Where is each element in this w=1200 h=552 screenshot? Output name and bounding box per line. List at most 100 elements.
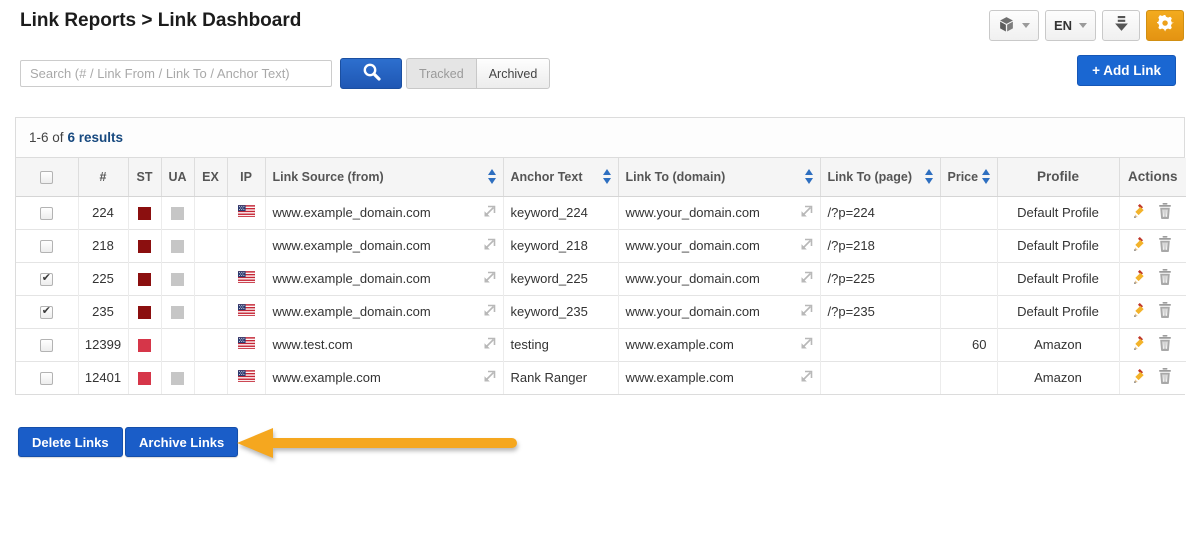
link-source[interactable]: www.example.com <box>273 370 381 385</box>
ua-indicator <box>161 196 194 229</box>
column-header-to_page[interactable]: Link To (page) <box>820 158 940 196</box>
trash-icon[interactable] <box>1158 339 1172 354</box>
column-header-price[interactable]: Price <box>940 158 997 196</box>
link-id: 224 <box>78 196 128 229</box>
search-input[interactable] <box>20 60 332 87</box>
link-source[interactable]: www.example_domain.com <box>273 205 431 220</box>
sort-arrows-icon[interactable] <box>603 169 611 184</box>
language-dropdown[interactable]: EN <box>1045 10 1096 41</box>
row-checkbox[interactable] <box>40 273 53 286</box>
table-header: #STUAEXIPLink Source (from)Anchor TextLi… <box>16 158 1186 196</box>
pencil-icon[interactable] <box>1133 306 1148 321</box>
external-link-icon[interactable] <box>483 205 496 221</box>
column-header-to_domain[interactable]: Link To (domain) <box>618 158 820 196</box>
profile: Default Profile <box>997 196 1119 229</box>
us-flag-icon <box>238 205 255 220</box>
external-link-icon[interactable] <box>483 337 496 353</box>
link-to-domain-cell: www.example.com <box>618 328 820 361</box>
row-checkbox[interactable] <box>40 339 53 352</box>
archive-links-button[interactable]: Archive Links <box>125 427 238 457</box>
trash-icon[interactable] <box>1158 372 1172 387</box>
external-link-icon[interactable] <box>800 304 813 320</box>
sort-arrows-icon[interactable] <box>805 169 813 184</box>
column-header-ua: UA <box>161 158 194 196</box>
row-checkbox[interactable] <box>40 207 53 220</box>
tab-tracked[interactable]: Tracked <box>406 58 476 89</box>
sort-arrows-icon[interactable] <box>488 169 496 184</box>
cube-dropdown-button[interactable] <box>989 10 1039 41</box>
external-link-icon[interactable] <box>800 370 813 386</box>
add-link-button[interactable]: + Add Link <box>1077 55 1176 86</box>
link-id: 225 <box>78 262 128 295</box>
profile: Default Profile <box>997 262 1119 295</box>
settings-button[interactable] <box>1146 10 1184 41</box>
table-row: 12399www.test.comtestingwww.example.com6… <box>16 328 1186 361</box>
row-checkbox[interactable] <box>40 240 53 253</box>
link-to-domain[interactable]: www.example.com <box>626 370 734 385</box>
link-to-page: /?p=224 <box>820 196 940 229</box>
external-link-icon[interactable] <box>800 238 813 254</box>
profile: Amazon <box>997 361 1119 394</box>
link-source[interactable]: www.test.com <box>273 337 353 352</box>
link-source[interactable]: www.example_domain.com <box>273 304 431 319</box>
external-link-icon[interactable] <box>483 271 496 287</box>
ip-flag <box>227 295 265 328</box>
ua-indicator <box>161 295 194 328</box>
trash-icon[interactable] <box>1158 273 1172 288</box>
link-source-cell: www.test.com <box>265 328 503 361</box>
pencil-icon[interactable] <box>1133 339 1148 354</box>
link-to-page: /?p=225 <box>820 262 940 295</box>
external-link-icon[interactable] <box>483 238 496 254</box>
link-to-domain[interactable]: www.your_domain.com <box>626 238 760 253</box>
ex-cell <box>194 361 227 394</box>
ip-flag <box>227 361 265 394</box>
trash-icon[interactable] <box>1158 240 1172 255</box>
trash-icon[interactable] <box>1158 207 1172 222</box>
price: 60 <box>940 328 997 361</box>
delete-links-button[interactable]: Delete Links <box>18 427 123 457</box>
table-row: 12401www.example.comRank Rangerwww.examp… <box>16 361 1186 394</box>
status-indicator <box>128 196 161 229</box>
actions-cell <box>1119 229 1186 262</box>
link-source[interactable]: www.example_domain.com <box>273 238 431 253</box>
external-link-icon[interactable] <box>483 304 496 320</box>
search-button[interactable] <box>340 58 402 89</box>
link-to-domain[interactable]: www.your_domain.com <box>626 304 760 319</box>
actions-cell <box>1119 196 1186 229</box>
pencil-icon[interactable] <box>1133 372 1148 387</box>
tab-archived[interactable]: Archived <box>476 58 551 89</box>
pencil-icon[interactable] <box>1133 240 1148 255</box>
link-to-domain[interactable]: www.your_domain.com <box>626 205 760 220</box>
external-link-icon[interactable] <box>800 205 813 221</box>
select-all-checkbox[interactable] <box>40 171 53 184</box>
pencil-icon[interactable] <box>1133 207 1148 222</box>
link-source-cell: www.example_domain.com <box>265 229 503 262</box>
column-header-anchor[interactable]: Anchor Text <box>503 158 618 196</box>
sort-arrows-icon[interactable] <box>982 169 990 184</box>
column-header-actions: Actions <box>1119 158 1186 196</box>
download-button[interactable] <box>1102 10 1140 41</box>
link-to-domain[interactable]: www.your_domain.com <box>626 271 760 286</box>
pencil-icon[interactable] <box>1133 273 1148 288</box>
results-count: 6 results <box>68 130 124 145</box>
column-header-ip: IP <box>227 158 265 196</box>
column-label: Price <box>948 170 979 184</box>
link-id: 218 <box>78 229 128 262</box>
row-checkbox[interactable] <box>40 372 53 385</box>
download-icon <box>1114 16 1129 35</box>
row-checkbox[interactable] <box>40 306 53 319</box>
column-header-source[interactable]: Link Source (from) <box>265 158 503 196</box>
trash-icon[interactable] <box>1158 306 1172 321</box>
external-link-icon[interactable] <box>800 271 813 287</box>
top-controls: EN <box>989 10 1184 41</box>
ex-cell <box>194 295 227 328</box>
link-source[interactable]: www.example_domain.com <box>273 271 431 286</box>
link-to-page: /?p=235 <box>820 295 940 328</box>
column-label: Anchor Text <box>511 170 583 184</box>
external-link-icon[interactable] <box>800 337 813 353</box>
link-to-domain[interactable]: www.example.com <box>626 337 734 352</box>
sort-arrows-icon[interactable] <box>925 169 933 184</box>
results-bar: 1-6 of 6 results <box>16 118 1184 158</box>
external-link-icon[interactable] <box>483 370 496 386</box>
column-header-select[interactable] <box>16 158 78 196</box>
